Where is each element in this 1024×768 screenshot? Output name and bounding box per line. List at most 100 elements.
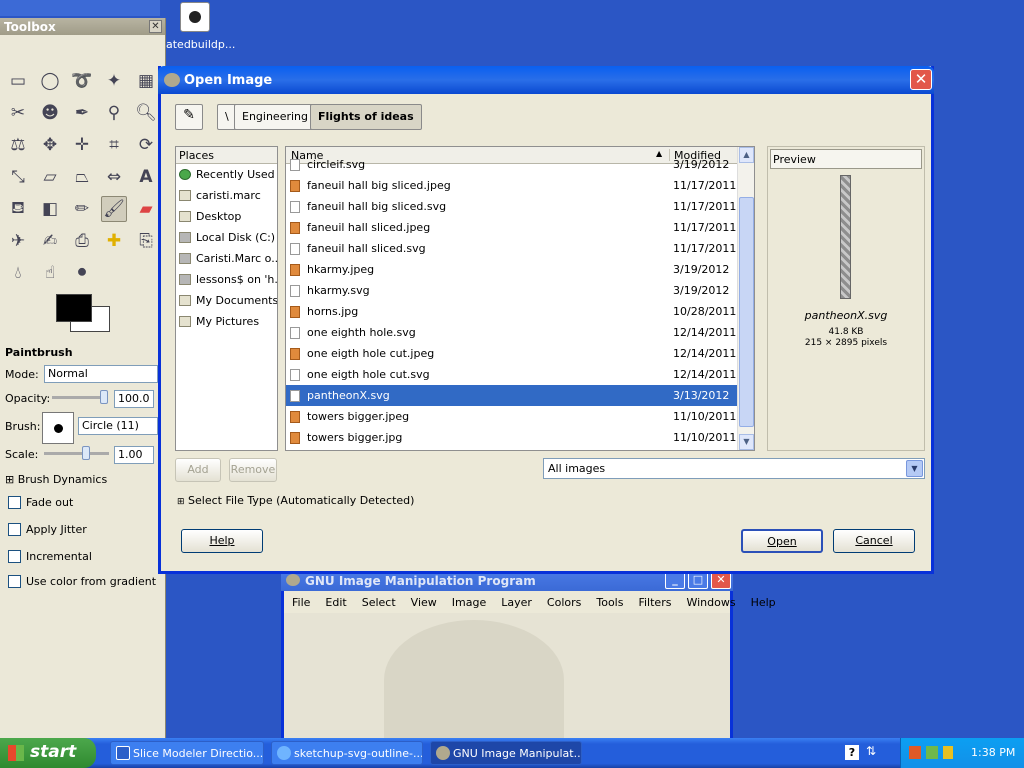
scroll-up-icon[interactable]: ▲ xyxy=(739,147,754,163)
places-header[interactable]: Places xyxy=(176,147,277,164)
type-location-button[interactable]: ✎ xyxy=(175,104,203,130)
menu-layer[interactable]: Layer xyxy=(501,596,532,609)
brush-name-field[interactable]: Circle (11) xyxy=(78,417,158,435)
place-item[interactable]: Recently Used xyxy=(176,164,277,185)
task-sketchup-svg[interactable]: sketchup-svg-outline-... xyxy=(271,741,423,765)
path-engineering-button[interactable]: Engineering xyxy=(234,104,316,130)
path-current-button[interactable]: Flights of ideas xyxy=(310,104,422,130)
scissors-icon[interactable]: ✂ xyxy=(5,100,31,126)
toolbox-titlebar[interactable]: Toolbox ✕ xyxy=(0,18,165,35)
cancel-button[interactable]: Cancel xyxy=(833,529,915,553)
perspective-clone-icon[interactable]: ⎘ xyxy=(133,228,159,254)
file-row[interactable]: horns.jpg 10/28/2011 xyxy=(286,301,754,322)
place-item[interactable]: My Documents xyxy=(176,290,277,311)
scale-slider[interactable] xyxy=(44,452,109,455)
text-tool-icon[interactable]: A xyxy=(133,164,159,190)
place-item[interactable]: Local Disk (C:) xyxy=(176,227,277,248)
menu-edit[interactable]: Edit xyxy=(325,596,346,609)
remove-bookmark-button[interactable]: Remove xyxy=(229,458,277,482)
place-item[interactable]: Desktop xyxy=(176,206,277,227)
opacity-input[interactable]: 100.0 xyxy=(114,390,154,408)
rotate-icon[interactable]: ⟳ xyxy=(133,132,159,158)
apply-jitter-checkbox[interactable] xyxy=(8,523,21,536)
dialog-titlebar[interactable]: Open Image ✕ xyxy=(158,66,934,94)
file-row[interactable]: hkarmy.svg 3/19/2012 xyxy=(286,280,754,301)
paths-icon[interactable]: ✒ xyxy=(69,100,95,126)
perspective-icon[interactable]: ⏢ xyxy=(69,164,95,190)
file-row[interactable]: hkarmy.jpeg 3/19/2012 xyxy=(286,259,754,280)
file-row[interactable]: one eighth hole.svg 12/14/2011 xyxy=(286,322,754,343)
clock[interactable]: 1:38 PM xyxy=(971,746,1015,759)
task-slice-modeler[interactable]: Slice Modeler Directio... xyxy=(110,741,264,765)
paintbrush-icon[interactable]: 🖌︎ xyxy=(101,196,127,222)
pencil-icon[interactable]: ✏ xyxy=(69,196,95,222)
scroll-thumb[interactable] xyxy=(739,197,754,427)
opacity-slider-handle[interactable] xyxy=(100,390,108,404)
file-row[interactable]: circleif.svg 3/19/2012 xyxy=(286,154,754,175)
gradient-color-checkbox[interactable] xyxy=(8,575,21,588)
heal-icon[interactable]: ✚ xyxy=(101,228,127,254)
opacity-slider[interactable] xyxy=(52,396,107,399)
menu-filters[interactable]: Filters xyxy=(638,596,671,609)
menu-tools[interactable]: Tools xyxy=(596,596,623,609)
move-icon[interactable]: ✥ xyxy=(37,132,63,158)
dialog-close-icon[interactable]: ✕ xyxy=(910,69,932,90)
task-gimp[interactable]: GNU Image Manipulat... xyxy=(430,741,582,765)
color-select-icon[interactable]: ▦ xyxy=(133,68,159,94)
file-row[interactable]: one eigth hole cut.svg 12/14/2011 xyxy=(286,364,754,385)
smudge-icon[interactable]: ☝ xyxy=(37,260,63,286)
help-tray-icon[interactable]: ? xyxy=(845,745,859,760)
toolbox-close-icon[interactable]: ✕ xyxy=(149,20,162,33)
desktop-file-icon[interactable] xyxy=(180,2,210,32)
tray-sound-icon[interactable] xyxy=(943,746,953,759)
eraser-icon[interactable]: ▰ xyxy=(133,196,159,222)
open-button[interactable]: Open xyxy=(741,529,823,553)
scale-input[interactable]: 1.00 xyxy=(114,446,154,464)
clone-icon[interactable]: ⎙ xyxy=(69,228,95,254)
scale-icon[interactable]: ⤡ xyxy=(5,164,31,190)
minimize-icon[interactable]: _ xyxy=(665,572,685,589)
file-row[interactable]: towers bigger.jpeg 11/10/2011 xyxy=(286,406,754,427)
file-row[interactable]: faneuil hall big sliced.jpeg 11/17/2011 xyxy=(286,175,754,196)
start-button[interactable]: start xyxy=(0,738,96,768)
airbrush-icon[interactable]: ✈ xyxy=(5,228,31,254)
help-button[interactable]: Help xyxy=(181,529,263,553)
color-picker-icon[interactable]: ⚲ xyxy=(101,100,127,126)
close-icon[interactable]: ✕ xyxy=(711,572,731,589)
file-list-scrollbar[interactable]: ▲ ▼ xyxy=(737,147,754,450)
brush-dynamics-expander[interactable]: ⊞ Brush Dynamics xyxy=(5,473,107,486)
tray-app-icon[interactable] xyxy=(909,746,921,759)
file-filter-select[interactable]: All images ▼ xyxy=(543,458,925,479)
select-file-type-expander[interactable]: ⊞ Select File Type (Automatically Detect… xyxy=(177,494,414,507)
file-row[interactable]: one eigth hole cut.jpeg 12/14/2011 xyxy=(286,343,754,364)
menu-colors[interactable]: Colors xyxy=(547,596,581,609)
add-bookmark-button[interactable]: Add xyxy=(175,458,221,482)
rect-select-icon[interactable]: ▭ xyxy=(5,68,31,94)
dodge-burn-icon[interactable]: ⚫ xyxy=(69,260,95,286)
place-item[interactable]: Caristi.Marc o... xyxy=(176,248,277,269)
zoom-icon[interactable]: 🔍︎ xyxy=(133,100,159,126)
maximize-icon[interactable]: □ xyxy=(688,572,708,589)
place-item[interactable]: caristi.marc xyxy=(176,185,277,206)
foreground-color-front[interactable] xyxy=(56,294,92,322)
file-row[interactable]: faneuil hall big sliced.svg 11/17/2011 xyxy=(286,196,754,217)
menu-image[interactable]: Image xyxy=(452,596,486,609)
file-row[interactable]: faneuil hall sliced.svg 11/17/2011 xyxy=(286,238,754,259)
ink-icon[interactable]: ✍ xyxy=(37,228,63,254)
lasso-icon[interactable]: ➰ xyxy=(69,68,95,94)
brush-preview[interactable] xyxy=(42,412,74,444)
preview-button[interactable]: Preview xyxy=(770,149,922,169)
fade-out-checkbox[interactable] xyxy=(8,496,21,509)
file-row[interactable]: towers bigger.jpg 11/10/2011 xyxy=(286,427,754,448)
crop-icon[interactable]: ⌗ xyxy=(101,132,127,158)
mode-select[interactable]: Normal xyxy=(44,365,158,383)
file-row[interactable]: faneuil hall sliced.jpeg 11/17/2011 xyxy=(286,217,754,238)
file-row[interactable]: pantheonX.svg 3/13/2012 xyxy=(286,385,754,406)
scroll-down-icon[interactable]: ▼ xyxy=(739,434,754,450)
menu-file[interactable]: File xyxy=(292,596,310,609)
flip-icon[interactable]: ⇔ xyxy=(101,164,127,190)
place-item[interactable]: My Pictures xyxy=(176,311,277,332)
align-icon[interactable]: ✛ xyxy=(69,132,95,158)
ellipse-select-icon[interactable]: ◯ xyxy=(37,68,63,94)
chevron-down-icon[interactable]: ▼ xyxy=(906,460,923,477)
